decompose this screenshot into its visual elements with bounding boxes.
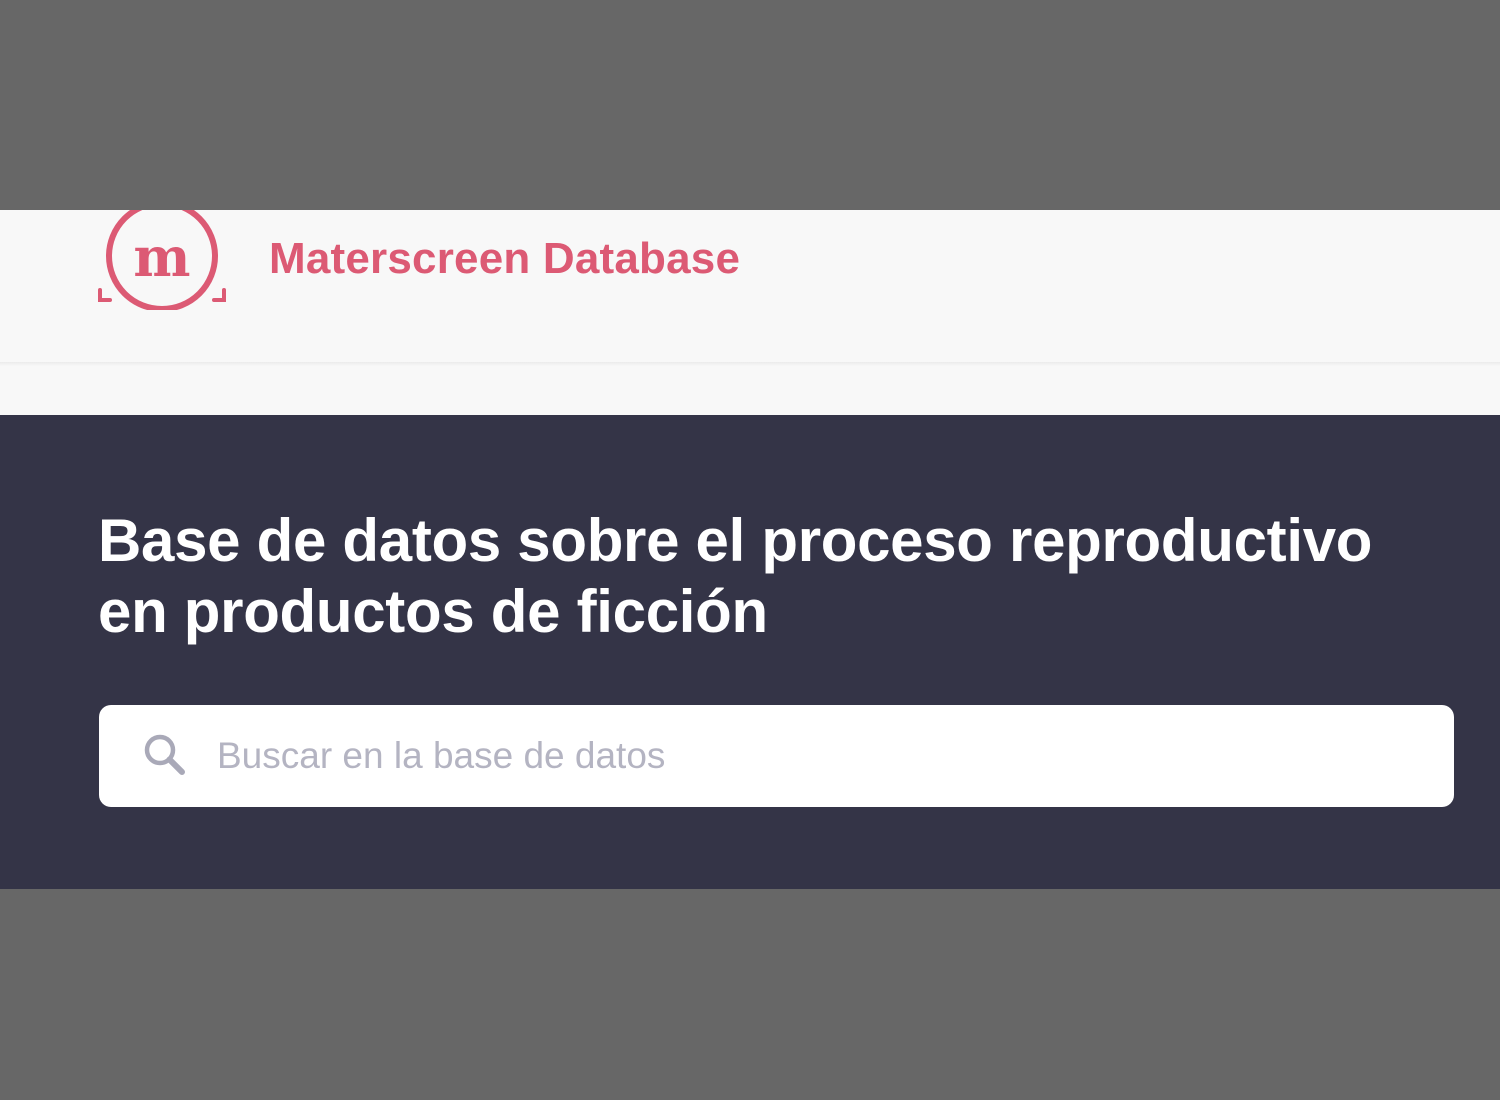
letterbox-bottom xyxy=(0,889,1500,1100)
site-header: m Materscreen Database xyxy=(0,210,1500,362)
materscreen-logo-icon: m xyxy=(98,210,226,310)
search-box[interactable] xyxy=(99,705,1454,807)
logo-letter: m xyxy=(133,225,190,289)
search-input[interactable] xyxy=(217,705,1427,807)
search-icon[interactable] xyxy=(142,732,188,778)
header-subband xyxy=(0,366,1500,415)
page-title: Base de datos sobre el proceso reproduct… xyxy=(98,507,1373,645)
brand-name-link[interactable]: Materscreen Database xyxy=(269,234,740,284)
letterbox-top xyxy=(0,0,1500,210)
hero-section: Base de datos sobre el proceso reproduct… xyxy=(0,415,1500,889)
